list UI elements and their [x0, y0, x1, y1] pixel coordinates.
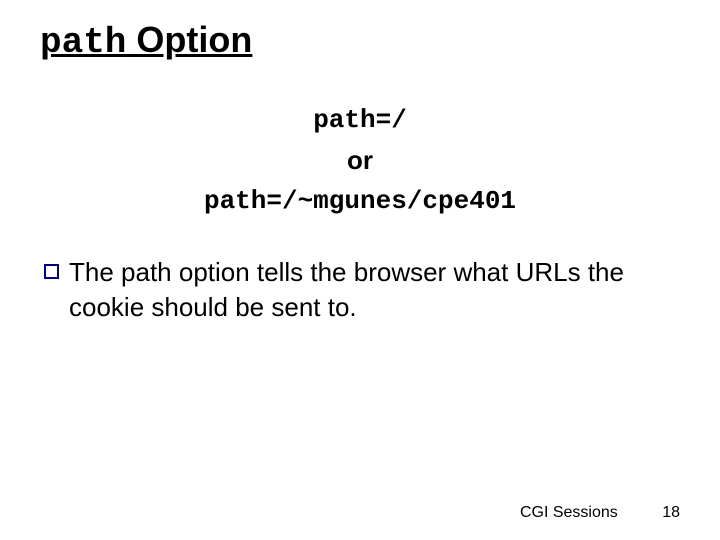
- square-bullet-icon: [44, 264, 59, 279]
- code-example: path=/ or path=/~mgunes/cpe401: [40, 100, 680, 221]
- slide-footer: CGI Sessions 18: [520, 504, 680, 522]
- title-rest: Option: [126, 19, 252, 60]
- slide: path Option path=/ or path=/~mgunes/cpe4…: [0, 0, 720, 540]
- code-or: or: [40, 140, 680, 180]
- page-number: 18: [662, 504, 680, 521]
- title-code: path: [40, 22, 126, 63]
- bullet-item: The path option tells the browser what U…: [44, 255, 680, 325]
- slide-title: path Option: [40, 18, 680, 64]
- code-line-2: path=/~mgunes/cpe401: [40, 181, 680, 221]
- footer-label: CGI Sessions: [520, 504, 618, 521]
- code-line-1: path=/: [40, 100, 680, 140]
- bullet-text: The path option tells the browser what U…: [69, 255, 680, 325]
